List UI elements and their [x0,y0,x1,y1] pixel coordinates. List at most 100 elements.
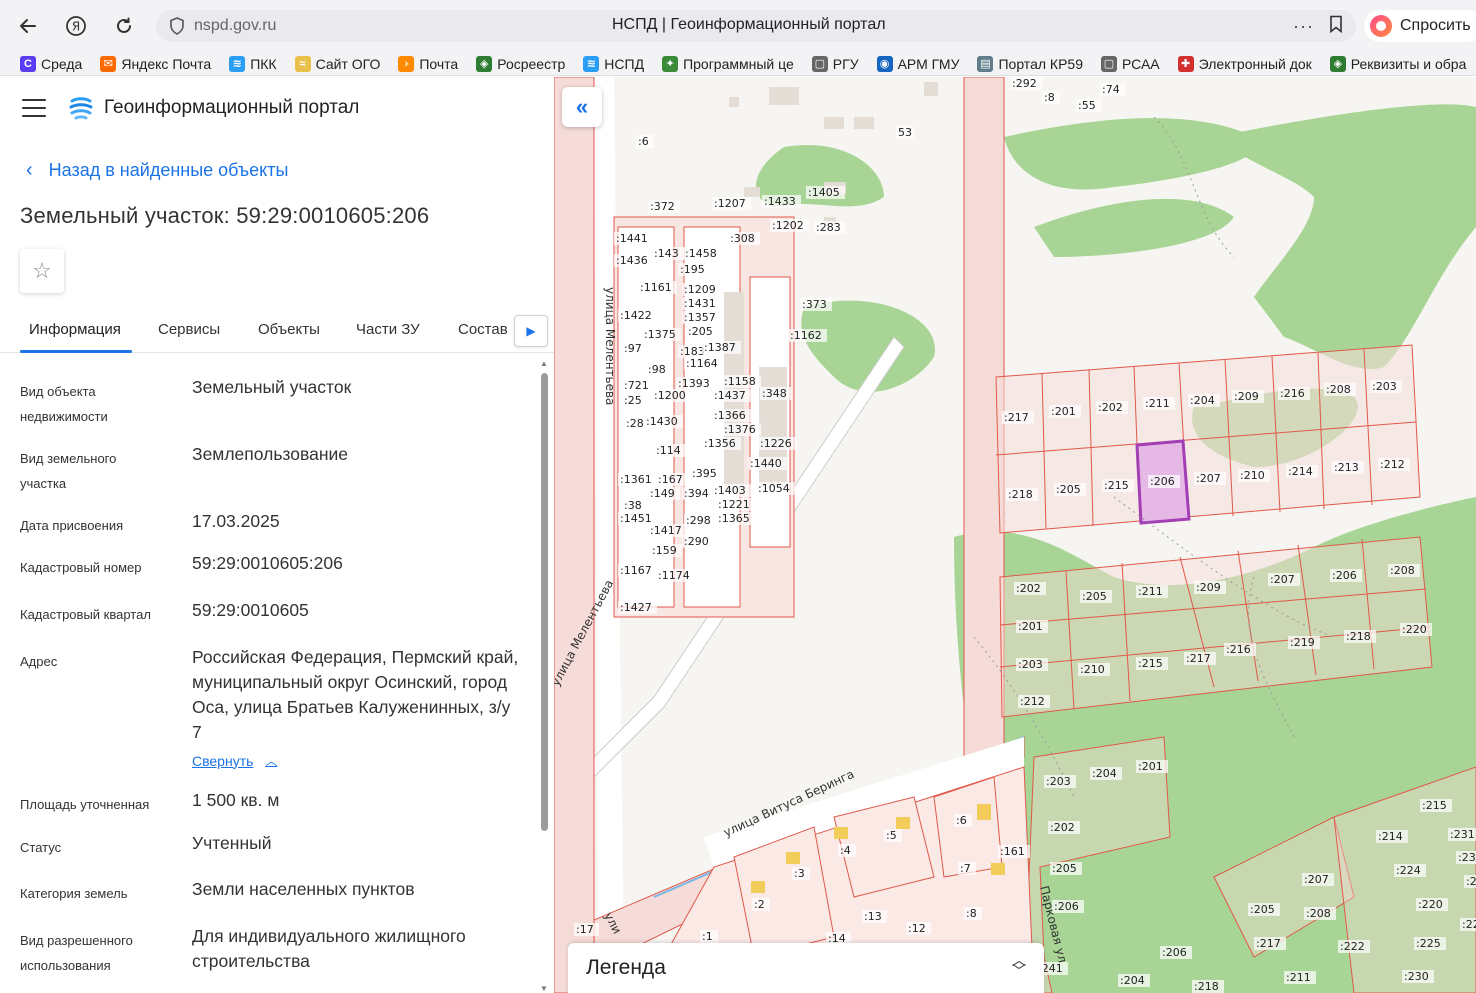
bookmark-favicon-icon: ✉ [100,55,117,72]
bookmark-item[interactable]: ▢ РГУ [811,55,859,72]
svg-text::211: :211 [1286,971,1311,984]
collapse-address-link[interactable]: Свернуть ︿ [192,752,277,771]
expand-toggle-icon[interactable]: ︿ ﹀ [1012,953,1026,978]
svg-text::216: :216 [1280,387,1305,400]
bookmark-favicon-icon: ≋ [583,55,600,72]
parcel-grid-east-1 [995,344,1421,534]
svg-text::202: :202 [1050,821,1075,834]
svg-text::1387: :1387 [704,341,736,354]
svg-text::1202: :1202 [772,219,804,232]
svg-text::1440: :1440 [750,457,782,470]
svg-text::1200: :1200 [654,389,686,402]
map-canvas[interactable]: :372:1441:1436:143:1458:195:1161:1209:14… [554,77,1476,993]
tab-objects[interactable]: Объекты [258,321,320,338]
svg-text::1167: :1167 [620,564,652,577]
svg-text::7: :7 [960,862,971,875]
svg-text::149: :149 [650,487,675,500]
back-to-results-link[interactable]: ‹ Назад в найденные объекты [26,159,288,182]
svg-text::205: :205 [1052,862,1077,875]
svg-text::203: :203 [1372,380,1397,393]
property-value: Учтенный [192,833,272,853]
bookmark-label: Росреестр [497,55,566,72]
back-arrow-icon[interactable] [10,8,46,44]
sidebar-scrollbar[interactable]: ▲ ▼ [539,359,549,993]
cadastral-map[interactable]: :372:1441:1436:143:1458:195:1161:1209:14… [554,77,1476,993]
tabs-next-button[interactable]: ▶ [514,315,548,347]
bookmark-favicon-icon: С [20,55,36,72]
bookmark-item[interactable]: ≋ ПКК [229,55,277,72]
svg-text::1: :1 [702,930,713,943]
svg-text::2: :2 [754,898,765,911]
svg-text::202: :202 [1098,401,1123,414]
bookmark-favicon-icon: › [398,55,415,72]
menu-icon[interactable] [22,99,46,117]
tab-services[interactable]: Сервисы [158,321,220,338]
svg-text::232: :232 [1458,851,1476,864]
bookmark-item[interactable]: ◈ Росреестр [476,55,566,72]
svg-text::1458: :1458 [685,247,717,260]
bookmark-favicon-icon: ▢ [811,55,828,72]
svg-text::209: :209 [1196,581,1221,594]
svg-text::217: :217 [1256,937,1281,950]
svg-text::1366: :1366 [714,409,746,422]
bookmark-label: Электронный док [1198,55,1312,72]
tab-parts[interactable]: Части ЗУ [356,321,420,338]
scrollbar-thumb[interactable] [541,373,548,831]
svg-text::17: :17 [576,923,594,936]
svg-text::195: :195 [680,263,705,276]
property-value: Для индивидуального жилищного строительс… [192,926,466,971]
ask-button[interactable]: Спросить [1364,10,1476,42]
svg-text::1441: :1441 [616,232,648,245]
svg-text::208: :208 [1326,383,1351,396]
svg-text::230: :230 [1404,970,1429,983]
bookmark-item[interactable]: ≋ НСПД [583,55,644,72]
bookmark-item[interactable]: ✦ Программный це [662,55,794,72]
bookmark-item[interactable]: › Почта [398,55,458,72]
bookmark-icon[interactable] [1328,15,1344,38]
svg-text::218: :218 [1008,488,1033,501]
svg-text::1209: :1209 [684,283,716,296]
svg-text::212: :212 [1020,695,1045,708]
svg-text::12: :12 [908,922,926,935]
svg-text::1054: :1054 [758,482,790,495]
bookmark-item[interactable]: ▤ Портал КР59 [977,55,1083,72]
portal-title: Геоинформационный портал [104,97,360,118]
svg-text::283: :283 [816,221,841,234]
svg-text::205: :205 [1056,483,1081,496]
sidebar-header: Геоинформационный портал [0,77,554,139]
svg-text::8: :8 [966,907,977,920]
svg-text::203: :203 [1018,658,1043,671]
tab-composition[interactable]: Состав [458,321,508,338]
svg-text::159: :159 [652,544,677,557]
bookmarks-bar: С Среда ✉ Яндекс Почта ≋ ПКК ≈ Сайт ОГО › Почта ◈ Р… [0,52,1476,76]
svg-text::394: :394 [684,487,709,500]
bookmark-item[interactable]: ≈ Сайт ОГО [294,55,380,72]
bookmark-item[interactable]: С Среда [20,55,82,72]
bookmark-item[interactable]: ◈ Реквизиты и обра [1329,55,1466,72]
reload-icon[interactable] [106,8,142,44]
more-icon[interactable]: ··· [1293,16,1314,37]
property-label: Вид объекта недвижимости [20,384,108,424]
svg-text::1158: :1158 [724,375,756,388]
tab-information[interactable]: Информация [29,321,121,338]
bookmark-item[interactable]: ✚ Электронный док [1177,55,1312,72]
chevron-right-icon: ▶ [526,324,536,338]
svg-text::395: :395 [692,467,717,480]
svg-text::215: :215 [1104,479,1129,492]
svg-text::6: :6 [638,135,649,148]
svg-text::201: :201 [1138,760,1163,773]
yandex-icon[interactable]: Я [58,8,94,44]
bookmark-item[interactable]: ▢ РСАА [1100,55,1160,72]
street-label: улица Мелентьева [603,287,617,405]
favorite-button[interactable]: ☆ [20,249,64,293]
svg-text::204: :204 [1092,767,1117,780]
property-label: Кадастровый квартал [20,607,151,622]
svg-text::348: :348 [762,387,787,400]
bookmark-item[interactable]: ◉ АРМ ГМУ [876,55,959,72]
legend-panel[interactable]: Легенда ︿ ﹀ [568,943,1044,993]
collapse-panel-button[interactable]: « [562,87,602,127]
svg-text::1436: :1436 [616,254,648,267]
bookmark-item[interactable]: ✉ Яндекс Почта [100,55,211,72]
svg-text::206: :206 [1162,946,1187,959]
svg-text::211: :211 [1138,585,1163,598]
